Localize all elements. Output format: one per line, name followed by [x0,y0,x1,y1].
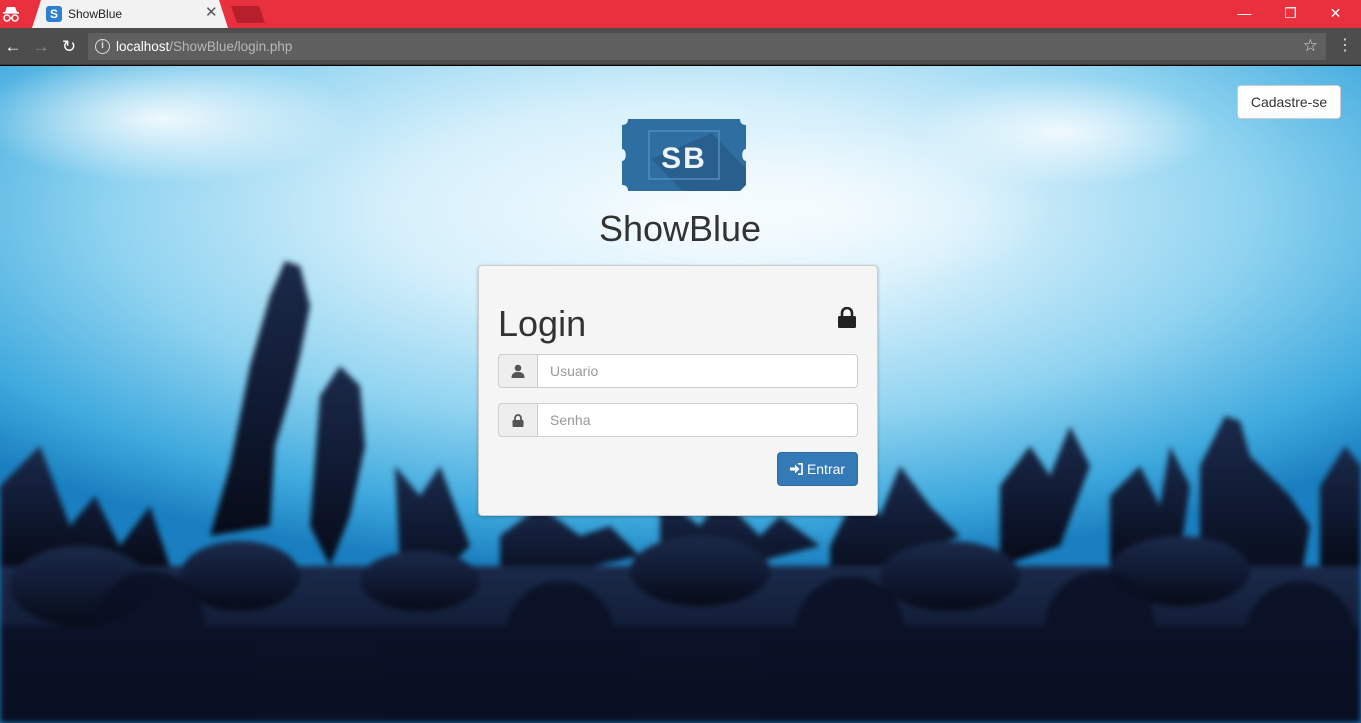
kebab-menu-icon[interactable]: ⋮ [1337,36,1353,56]
new-tab-button[interactable] [231,6,265,23]
signup-button[interactable]: Cadastre-se [1237,85,1341,119]
info-icon[interactable]: i [95,39,110,54]
lock-icon [498,403,538,437]
showblue-logo: SB [622,119,746,191]
url-text: localhost/ShowBlue/login.php [116,39,292,54]
restore-icon[interactable]: ❐ [1268,2,1313,24]
svg-text:SB: SB [661,142,707,175]
arrow-left-icon[interactable]: ← [2,36,24,58]
browser-titlebar: S ShowBlue ✕ — ❐ ✕ [0,0,1361,28]
arrow-right-icon[interactable]: → [30,36,52,58]
password-group [498,403,858,437]
username-group [498,354,858,388]
address-bar[interactable]: i localhost/ShowBlue/login.php ☆ [88,33,1326,60]
page-viewport: Cadastre-se SB ShowBlue Login Usuario En… [0,66,1361,723]
user-icon [498,354,538,388]
minimize-icon[interactable]: — [1222,2,1267,24]
browser-toolbar: ← → ↻ i localhost/ShowBlue/login.php ☆ ⋮ [0,28,1361,65]
star-icon[interactable]: ☆ [1303,36,1318,56]
login-title: Login [498,303,587,344]
sign-in-icon [789,463,803,475]
password-input[interactable] [537,403,858,437]
login-submit-button[interactable]: Entrar [777,452,858,486]
reload-icon[interactable]: ↻ [58,36,80,58]
browser-tab-active[interactable]: S ShowBlue ✕ [32,0,228,28]
incognito-icon [3,7,19,22]
brand-name: ShowBlue [598,208,762,249]
username-input[interactable] [537,354,858,388]
tab-favicon-icon: S [46,6,62,22]
url-host: localhost [116,39,170,54]
tab-title: ShowBlue [68,7,123,21]
login-panel: Login Entrar [478,265,878,516]
lock-icon [838,307,856,328]
window-close-icon[interactable]: ✕ [1313,2,1358,24]
submit-label: Entrar [806,461,846,477]
tab-close-icon[interactable]: ✕ [205,5,218,21]
url-path: /ShowBlue/login.php [169,39,293,54]
